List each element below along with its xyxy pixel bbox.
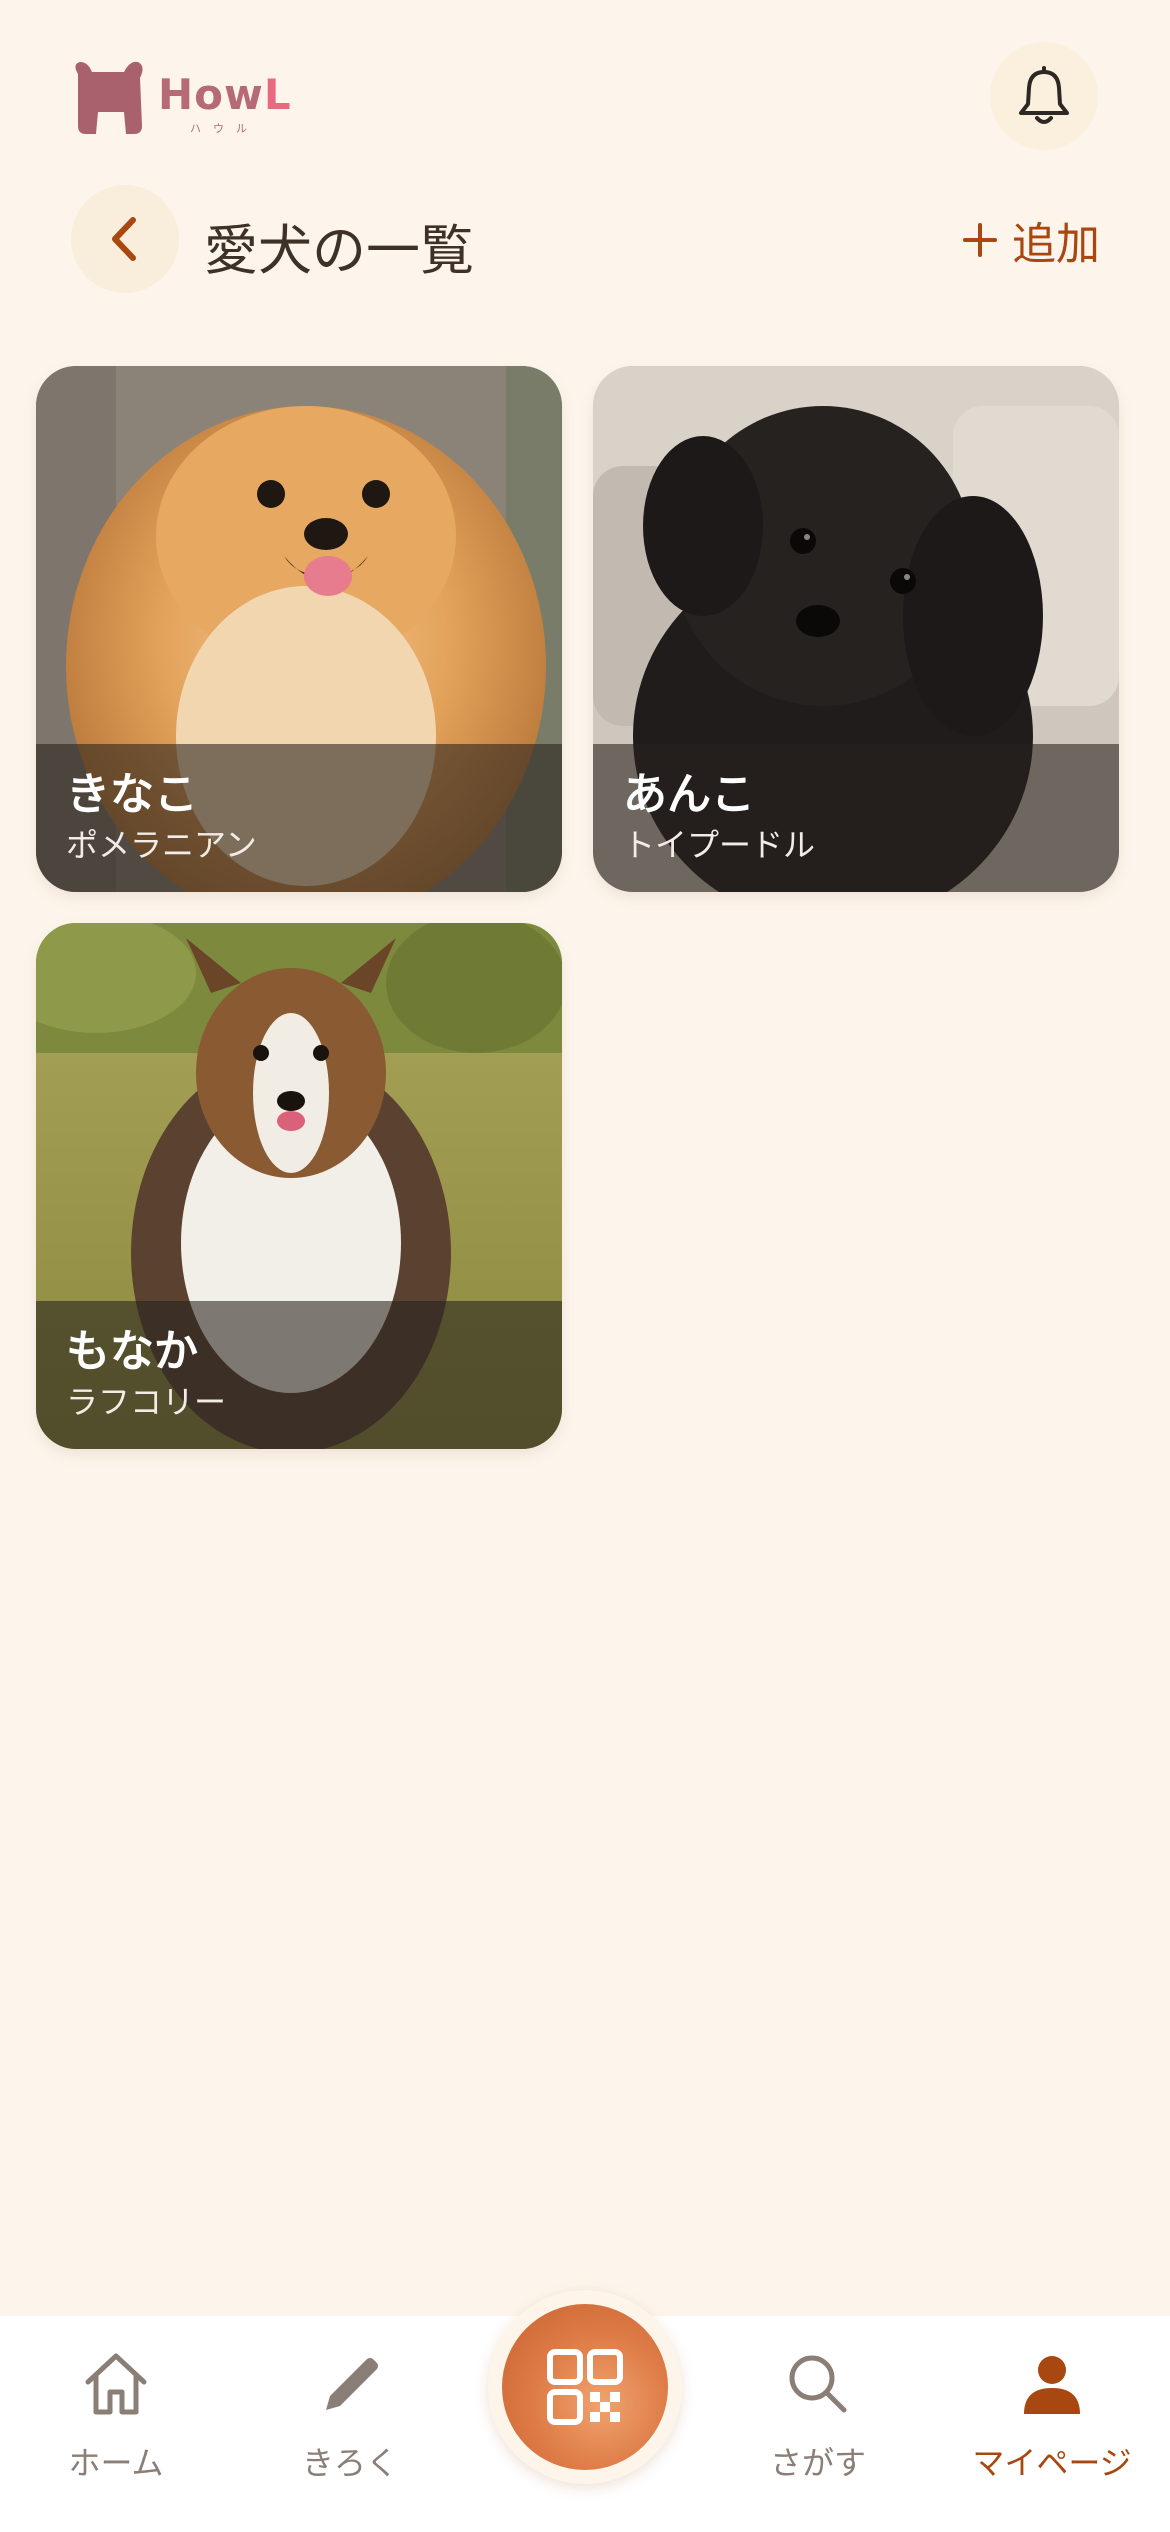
nav-record[interactable]: きろく — [260, 2350, 440, 2500]
nav-label: マイページ — [972, 2444, 1132, 2482]
search-icon — [789, 2355, 847, 2413]
person-icon — [1024, 2356, 1080, 2414]
dog-card[interactable]: きなこ ポメラニアン — [36, 366, 562, 892]
nav-home[interactable]: ホーム — [26, 2350, 206, 2500]
dog-breed: トイプードル — [623, 826, 816, 864]
nav-label: きろく — [301, 2444, 398, 2482]
nav-mypage[interactable]: マイページ — [962, 2350, 1142, 2500]
bell-icon — [1019, 66, 1069, 124]
qr-button-face — [502, 2304, 668, 2470]
back-button[interactable] — [71, 185, 179, 293]
chevron-left-icon — [112, 217, 136, 261]
dog-breed: ラフコリー — [66, 1383, 227, 1421]
dog-logo-icon — [75, 61, 143, 134]
home-icon — [85, 2353, 147, 2415]
logo-subtitle: ハウル — [190, 122, 259, 135]
add-label: 追加 — [1012, 219, 1100, 270]
notifications-button[interactable] — [990, 42, 1098, 150]
plus-icon — [963, 223, 997, 257]
dog-name: きなこ — [66, 769, 198, 820]
logo-wordmark: HowL — [158, 70, 292, 119]
nav-label: さがす — [769, 2444, 866, 2482]
page-title: 愛犬の一覧 — [204, 219, 474, 282]
qr-scan-button[interactable] — [488, 2290, 682, 2484]
add-dog-button[interactable]: 追加 — [962, 208, 1100, 272]
dog-breed: ポメラニアン — [66, 826, 257, 864]
dog-card[interactable]: もなか ラフコリー — [36, 923, 562, 1449]
dog-name: あんこ — [623, 769, 755, 820]
nav-search[interactable]: さがす — [728, 2350, 908, 2500]
qr-code-icon — [547, 2349, 623, 2425]
dog-name: もなか — [66, 1326, 198, 1377]
dog-card[interactable]: あんこ トイプードル — [593, 366, 1119, 892]
nav-label: ホーム — [68, 2444, 164, 2482]
pencil-icon — [326, 2358, 378, 2410]
app-logo: HowL ハウル — [68, 52, 298, 142]
